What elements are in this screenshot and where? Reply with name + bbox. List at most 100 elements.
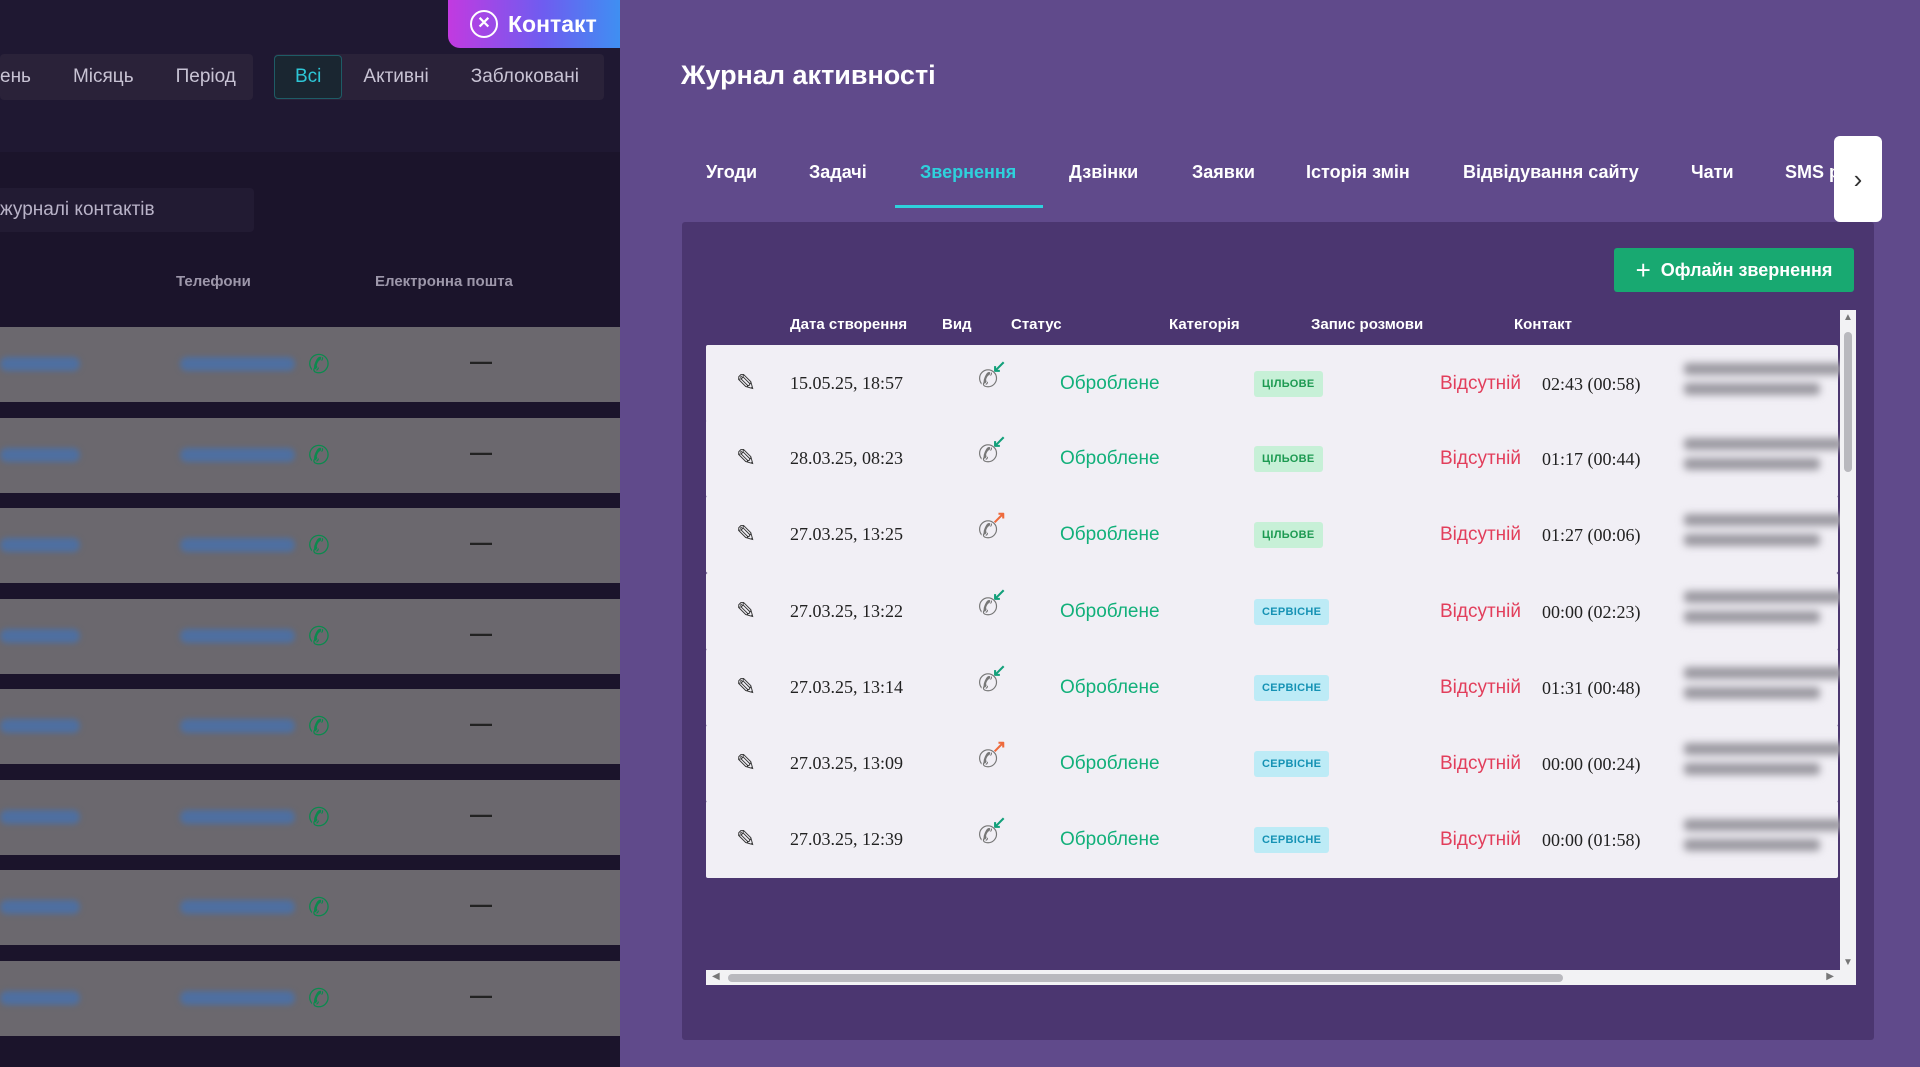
incoming-call-icon: ✆ ↙ [978, 813, 1007, 849]
contact-row[interactable]: ✆ — [0, 598, 620, 674]
recording-status: Відсутній [1440, 829, 1522, 850]
contact-name-blurred[interactable] [1684, 438, 1844, 478]
phone-icon[interactable]: ✆ [308, 892, 330, 923]
scroll-up-icon[interactable]: ▲ [1843, 312, 1853, 323]
tab-change-history[interactable]: Історія змін [1306, 162, 1410, 183]
status-text: Оброблене [1060, 373, 1160, 394]
contact-name-link[interactable] [0, 900, 80, 914]
incoming-call-icon: ✆ ↙ [978, 357, 1007, 393]
filter-period[interactable]: Період [155, 66, 257, 88]
contact-phone-number[interactable] [180, 357, 295, 371]
table-row[interactable]: ✎ 28.03.25, 08:23 ✆ ↙ Оброблене ЦІЛЬОВЕ Відсут… [706, 420, 1844, 497]
status-filter-group: Всі Активні Заблоковані [274, 54, 604, 100]
horizontal-scrollbar[interactable]: ◀ ▶ [706, 970, 1856, 985]
contact-name-link[interactable] [0, 990, 80, 1005]
header-status[interactable]: Статус [1011, 316, 1062, 333]
horizontal-scroll-thumb[interactable] [728, 974, 1563, 982]
header-kind[interactable]: Вид [942, 316, 972, 333]
edit-pencil-icon[interactable]: ✎ [736, 520, 756, 549]
tab-calls[interactable]: Дзвінки [1069, 162, 1138, 183]
contact-name-blurred[interactable] [1684, 591, 1844, 631]
table-row[interactable]: ✎ 27.03.25, 12:39 ✆ ↙ Оброблене СЕРВІСНЕ Відсу… [706, 801, 1844, 878]
filter-blocked[interactable]: Заблоковані [450, 66, 600, 88]
contact-row[interactable]: ✆ — [0, 870, 620, 945]
contact-phone-number[interactable] [180, 990, 295, 1005]
edit-pencil-icon[interactable]: ✎ [736, 825, 756, 854]
filter-day[interactable]: ень [0, 66, 52, 88]
contact-name-blurred[interactable] [1684, 514, 1844, 554]
phone-icon[interactable]: ✆ [308, 621, 330, 652]
tab-tasks[interactable]: Задачі [809, 162, 867, 183]
tab-chats[interactable]: Чати [1691, 162, 1734, 183]
header-category[interactable]: Категорія [1169, 316, 1240, 333]
table-row[interactable]: ✎ 15.05.25, 18:57 ✆ ↙ Оброблене ЦІЛЬОВЕ Відсут… [706, 345, 1844, 422]
contact-name-link[interactable] [0, 719, 80, 733]
table-row[interactable]: ✎ 27.03.25, 13:09 ✆ ↗ Оброблене СЕРВІСНЕ Відсу… [706, 725, 1844, 802]
tab-applications[interactable]: Заявки [1192, 162, 1255, 183]
contact-name-link[interactable] [0, 628, 80, 643]
scroll-left-icon[interactable]: ◀ [712, 971, 720, 982]
header-created[interactable]: Дата створення [790, 316, 907, 333]
filter-active[interactable]: Активні [342, 66, 449, 88]
contact-name-link[interactable] [0, 357, 80, 371]
contact-phone-number[interactable] [180, 900, 295, 914]
tab-site-visits[interactable]: Відвідування сайту [1463, 162, 1639, 183]
tab-deals[interactable]: Угоди [706, 162, 757, 183]
filter-month[interactable]: Місяць [52, 66, 155, 88]
category-badge: ЦІЛЬОВЕ [1254, 446, 1323, 472]
tabs-next-button[interactable]: › [1834, 136, 1882, 222]
contact-phone-number[interactable] [180, 628, 295, 643]
contacts-search-input[interactable]: журналі контактів [0, 188, 254, 232]
add-offline-request-button[interactable]: + Офлайн звернення [1614, 248, 1854, 292]
contact-row[interactable]: ✆ — [0, 779, 620, 855]
phone-icon[interactable]: ✆ [308, 440, 330, 471]
created-date: 28.03.25, 08:23 [790, 448, 904, 468]
contact-email-value: — [470, 530, 492, 555]
contact-row[interactable]: ✆ — [0, 327, 620, 402]
contact-phone-number[interactable] [180, 809, 295, 824]
contact-phone-number[interactable] [180, 719, 295, 733]
scroll-down-icon[interactable]: ▼ [1843, 957, 1853, 968]
contact-name-blurred[interactable] [1684, 819, 1844, 859]
filter-all[interactable]: Всі [274, 55, 343, 99]
edit-pencil-icon[interactable]: ✎ [736, 749, 756, 778]
close-contact-button[interactable]: ✕ Контакт [448, 0, 620, 48]
contact-name-blurred[interactable] [1684, 363, 1844, 403]
edit-pencil-icon[interactable]: ✎ [736, 369, 756, 398]
contact-row[interactable]: ✆ — [0, 960, 620, 1036]
edit-pencil-icon[interactable]: ✎ [736, 673, 756, 702]
table-row[interactable]: ✎ 27.03.25, 13:22 ✆ ↙ Оброблене СЕРВІСНЕ Відсу… [706, 573, 1844, 650]
category-badge: СЕРВІСНЕ [1254, 827, 1330, 853]
contact-name-link[interactable] [0, 809, 80, 824]
recording-status: Відсутній [1440, 601, 1522, 622]
edit-pencil-icon[interactable]: ✎ [736, 444, 756, 473]
active-tab-indicator [895, 205, 1043, 208]
phone-icon[interactable]: ✆ [308, 802, 330, 833]
phone-icon[interactable]: ✆ [308, 349, 330, 380]
phone-icon[interactable]: ✆ [308, 711, 330, 742]
tab-requests[interactable]: Звернення [920, 162, 1016, 183]
table-row[interactable]: ✎ 27.03.25, 13:14 ✆ ↙ Оброблене СЕРВІСНЕ Відсу… [706, 649, 1844, 726]
contact-name-blurred[interactable] [1684, 667, 1844, 707]
edit-pencil-icon[interactable]: ✎ [736, 597, 756, 626]
phone-icon[interactable]: ✆ [308, 530, 330, 561]
vertical-scroll-thumb[interactable] [1844, 332, 1852, 472]
call-duration: 01:27 (00:06) [1542, 525, 1641, 545]
tab-sms[interactable]: SMS р [1785, 162, 1838, 183]
contact-phone-number[interactable] [180, 447, 295, 462]
vertical-scrollbar[interactable]: ▲ ▼ [1840, 310, 1856, 970]
close-contact-label: Контакт [508, 10, 597, 37]
header-recording[interactable]: Запис розмови [1311, 316, 1423, 333]
header-contact[interactable]: Контакт [1514, 316, 1572, 333]
scroll-right-icon[interactable]: ▶ [1826, 971, 1834, 982]
contact-phone-number[interactable] [180, 538, 295, 552]
contact-name-link[interactable] [0, 447, 80, 462]
contact-row[interactable]: ✆ — [0, 417, 620, 493]
contact-row[interactable]: ✆ — [0, 508, 620, 583]
table-row[interactable]: ✎ 27.03.25, 13:25 ✆ ↗ Оброблене ЦІЛЬОВЕ Відсут… [706, 496, 1844, 573]
contact-name-link[interactable] [0, 538, 80, 552]
contact-name-blurred[interactable] [1684, 743, 1844, 783]
category-badge: ЦІЛЬОВЕ [1254, 522, 1323, 548]
phone-icon[interactable]: ✆ [308, 983, 330, 1014]
contact-row[interactable]: ✆ — [0, 689, 620, 764]
